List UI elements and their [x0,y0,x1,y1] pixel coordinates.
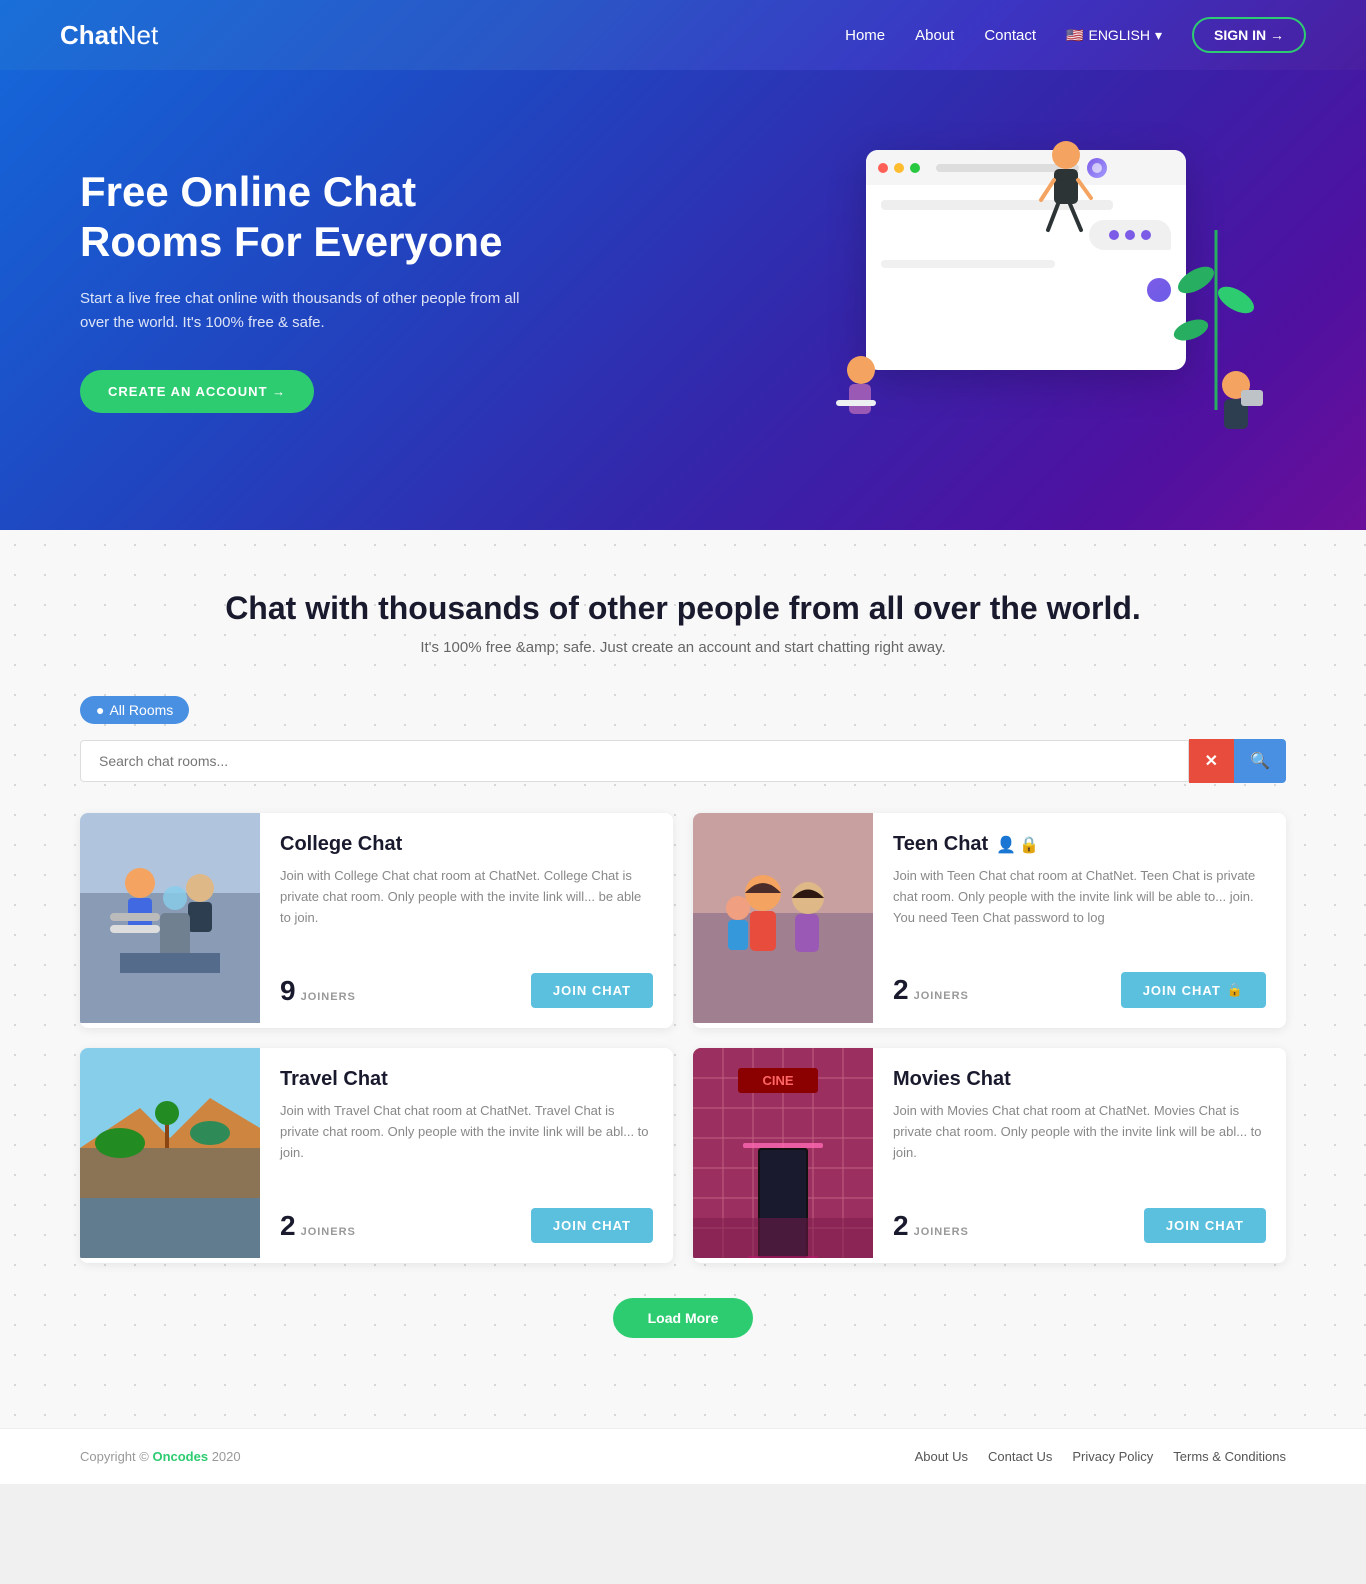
room-card-travel: Travel Chat Join with Travel Chat chat r… [80,1048,673,1263]
tab-label: All Rooms [109,702,173,718]
teen-joiners-count: 2 [893,974,909,1006]
teen-joiners-label: JOINERS [914,990,969,1002]
chevron-down-icon: ▾ [1155,27,1162,44]
search-container: ✕ 🔍 [80,739,1286,783]
language-selector[interactable]: 🇺🇸 ENGLISH ▾ [1066,27,1162,44]
hero-illustration [786,130,1286,450]
room-card-college: College Chat Join with College Chat chat… [80,813,673,1028]
room-image-travel [80,1048,260,1263]
illustration-svg [786,130,1286,450]
brand-net: Net [118,20,158,51]
college-card-desc: Join with College Chat chat room at Chat… [280,866,653,928]
footer-brand: Oncodes [152,1449,208,1464]
footer-link-about[interactable]: About Us [915,1449,968,1464]
college-joiners-label: JOINERS [301,991,356,1003]
load-more-container: Load More [80,1298,1286,1338]
college-join-button[interactable]: JOIN CHAT [531,973,653,1008]
hero-content: Free Online Chat Rooms For Everyone Star… [80,167,540,414]
rooms-grid: College Chat Join with College Chat chat… [80,813,1286,1263]
movies-joiners-label: JOINERS [914,1226,969,1238]
brand-logo[interactable]: Chat Net [60,20,158,51]
nav-contact[interactable]: Contact [984,27,1036,44]
search-submit-button[interactable]: 🔍 [1234,739,1286,783]
nav-links: Home About Contact 🇺🇸 ENGLISH ▾ SIGN IN … [845,17,1306,53]
movies-card-desc: Join with Movies Chat chat room at ChatN… [893,1101,1266,1163]
room-image-movies: CINE [693,1048,873,1263]
nav-about[interactable]: About [915,27,954,44]
footer-link-privacy[interactable]: Privacy Policy [1072,1449,1153,1464]
teen-card-footer: 2 JOINERS JOIN CHAT 🔒 [893,972,1266,1008]
travel-card-body: Travel Chat Join with Travel Chat chat r… [260,1048,673,1263]
college-image-svg [80,813,260,1023]
language-label: ENGLISH [1088,27,1149,43]
travel-joiners: 2 JOINERS [280,1210,356,1242]
teen-join-label: JOIN CHAT [1143,983,1221,998]
movies-joiners-count: 2 [893,1210,909,1242]
circle-icon: ● [96,702,104,718]
teen-join-button[interactable]: JOIN CHAT 🔒 [1121,972,1266,1008]
tab-all-rooms[interactable]: ● All Rooms [80,696,189,724]
room-card-movies: CINE Movies Chat Join with Movies Ch [693,1048,1286,1263]
footer-links: About Us Contact Us Privacy Policy Terms… [915,1449,1286,1464]
svg-text:CINE: CINE [762,1073,793,1088]
section-title: Chat with thousands of other people from… [80,590,1286,627]
travel-join-button[interactable]: JOIN CHAT [531,1208,653,1243]
load-more-button[interactable]: Load More [613,1298,754,1338]
hero-subtitle: Start a live free chat online with thous… [80,287,540,335]
travel-joiners-label: JOINERS [301,1226,356,1238]
private-icons: 👤 🔒 [996,835,1039,855]
movies-joiners: 2 JOINERS [893,1210,969,1242]
movies-join-button[interactable]: JOIN CHAT [1144,1208,1266,1243]
travel-card-desc: Join with Travel Chat chat room at ChatN… [280,1101,653,1163]
search-input[interactable] [80,740,1189,782]
create-account-button[interactable]: CREATE AN ACCOUNT → [80,370,314,413]
hero-title: Free Online Chat Rooms For Everyone [80,167,540,268]
section-subtitle: It's 100% free &amp; safe. Just create a… [80,639,1286,656]
teen-card-body: Teen Chat 👤 🔒 Join with Teen Chat chat r… [873,813,1286,1028]
footer-link-contact[interactable]: Contact Us [988,1449,1052,1464]
hero-section: Free Online Chat Rooms For Everyone Star… [0,70,1366,530]
college-joiners: 9 JOINERS [280,975,356,1007]
college-card-title: College Chat [280,833,653,856]
movies-image-svg: CINE [693,1048,873,1258]
flag-icon: 🇺🇸 [1066,27,1083,44]
college-card-body: College Chat Join with College Chat chat… [260,813,673,1028]
travel-card-footer: 2 JOINERS JOIN CHAT [280,1208,653,1243]
college-joiners-count: 9 [280,975,296,1007]
main-section: Chat with thousands of other people from… [0,530,1366,1428]
footer-link-terms[interactable]: Terms & Conditions [1173,1449,1286,1464]
footer: Copyright © Oncodes 2020 About Us Contac… [0,1428,1366,1484]
movies-card-footer: 2 JOINERS JOIN CHAT [893,1208,1266,1243]
room-card-teen: Teen Chat 👤 🔒 Join with Teen Chat chat r… [693,813,1286,1028]
movies-card-body: Movies Chat Join with Movies Chat chat r… [873,1048,1286,1263]
room-image-college [80,813,260,1028]
teen-joiners: 2 JOINERS [893,974,969,1006]
signin-button[interactable]: SIGN IN → [1192,17,1306,53]
navbar: Chat Net Home About Contact 🇺🇸 ENGLISH ▾… [0,0,1366,70]
teen-card-title: Teen Chat 👤 🔒 [893,833,1266,856]
nav-home[interactable]: Home [845,27,885,44]
college-card-footer: 9 JOINERS JOIN CHAT [280,973,653,1008]
travel-joiners-count: 2 [280,1210,296,1242]
search-clear-button[interactable]: ✕ [1189,739,1234,783]
person-icon: 👤 [996,835,1016,855]
travel-image-svg [80,1048,260,1258]
teen-image-svg [693,813,873,1023]
lock-icon: 🔒 [1019,835,1039,855]
tabs-bar: ● All Rooms [80,696,1286,724]
room-image-teen [693,813,873,1028]
teen-card-desc: Join with Teen Chat chat room at ChatNet… [893,866,1266,928]
footer-copyright: Copyright © Oncodes 2020 [80,1449,241,1464]
travel-card-title: Travel Chat [280,1068,653,1091]
brand-chat: Chat [60,20,118,51]
movies-card-title: Movies Chat [893,1068,1266,1091]
teen-join-lock-icon: 🔒 [1227,982,1244,998]
